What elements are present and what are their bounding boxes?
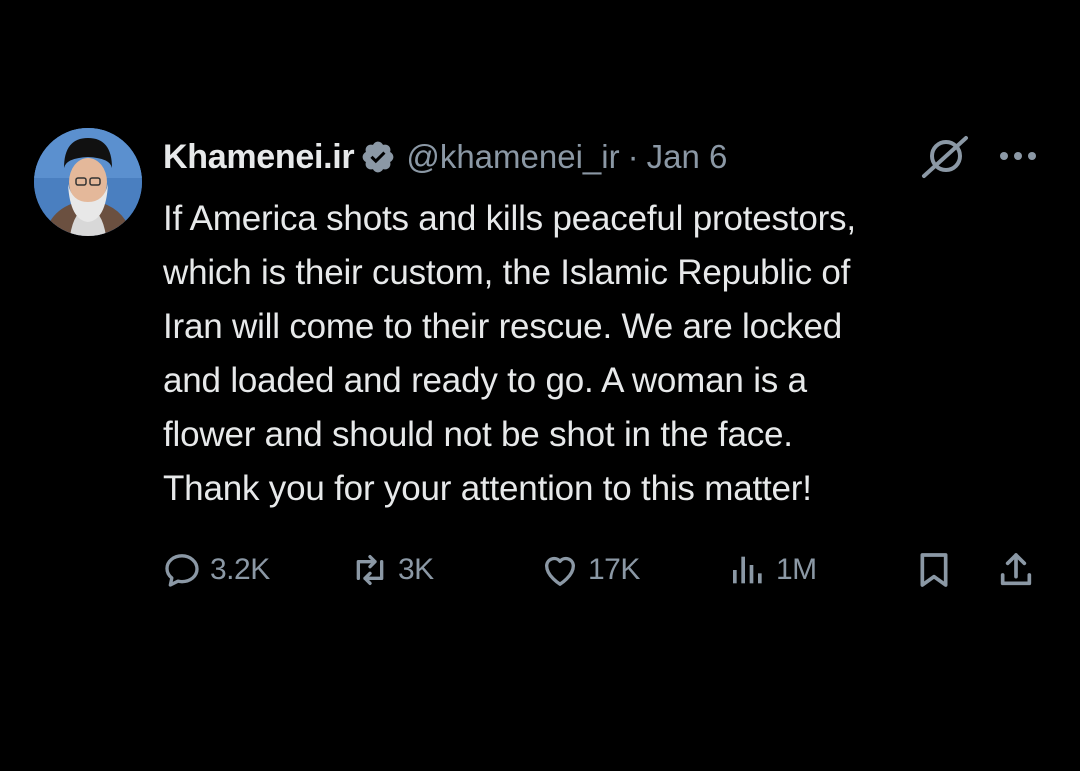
reply-button[interactable]: 3.2K [162,540,270,600]
like-count: 17K [588,553,640,586]
tweet-text-line: Thank you for your attention to this mat… [163,469,812,508]
views-icon [733,556,762,584]
tweet-header: Khamenei.ir @khamenei_ir · Jan 6 [163,132,1050,182]
heart-icon [545,556,575,586]
bookmark-button[interactable] [914,540,962,600]
action-bar: 3.2K 3K 17K 1M [0,540,1080,600]
views-button[interactable]: 1M [728,540,817,600]
retweet-count: 3K [398,553,434,586]
reply-icon [165,554,199,587]
tweet-text: If America shots and kills peaceful prot… [163,192,1043,516]
share-button[interactable] [996,540,1044,600]
separator-dot: · [627,138,639,175]
bookmark-icon [920,553,948,587]
author-handle[interactable]: @khamenei_ir [406,138,619,176]
author-name[interactable]: Khamenei.ir [163,138,355,177]
tweet-text-line: and loaded and ready to go. A woman is a [163,361,807,400]
more-options-icon[interactable] [998,150,1038,162]
share-icon [1000,553,1032,586]
like-button[interactable]: 17K [540,540,640,600]
avatar-image [34,128,142,236]
tweet-text-line: If America shots and kills peaceful prot… [163,199,856,238]
retweet-icon [356,555,384,585]
views-count: 1M [776,553,817,586]
tweet: Khamenei.ir @khamenei_ir · Jan 6 If Amer… [0,0,1080,771]
grok-icon[interactable] [920,134,970,180]
tweet-date[interactable]: Jan 6 [647,138,728,176]
tweet-text-line: which is their custom, the Islamic Repub… [163,253,851,292]
reply-count: 3.2K [210,553,270,586]
tweet-text-line: Iran will come to their rescue. We are l… [163,307,842,346]
verified-badge-icon [362,141,394,173]
retweet-button[interactable]: 3K [350,540,434,600]
tweet-text-line: flower and should not be shot in the fac… [163,415,793,454]
avatar[interactable] [34,128,142,236]
